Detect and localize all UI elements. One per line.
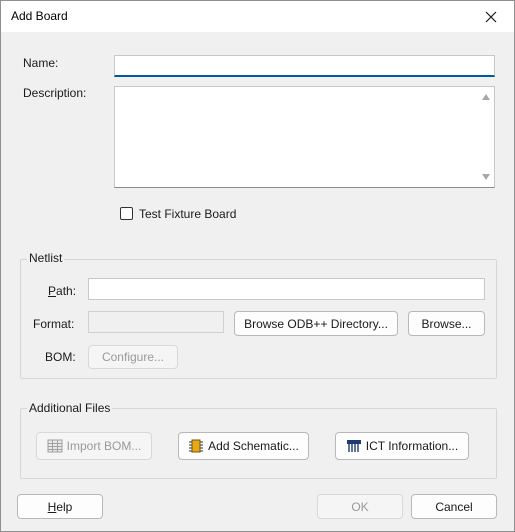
ict-information-button[interactable]: ICT Information... [335,432,469,460]
name-input[interactable] [114,55,495,77]
browse-odb-directory-label: Browse ODB++ Directory... [244,316,388,331]
cancel-label: Cancel [435,499,473,514]
configure-label: Configure... [101,350,165,364]
test-fixture-label[interactable]: Test Fixture Board [139,207,236,221]
help-label-text: elp [56,499,73,514]
cancel-button[interactable]: Cancel [411,494,497,519]
description-textarea[interactable] [114,86,495,188]
format-label: Format: [33,317,75,331]
scroll-down-arrow-icon[interactable] [482,174,490,180]
help-button[interactable]: Help [17,494,103,519]
add-board-dialog: Add Board Name: Description: Test Fixtur… [0,0,515,532]
import-bom-label: Import BOM... [66,439,142,453]
ict-information-label: ICT Information... [365,439,459,453]
path-label: Path: [48,284,76,298]
browse-odb-directory-button[interactable]: Browse ODB++ Directory... [234,311,398,336]
chip-icon [189,439,204,453]
description-scrollbar[interactable] [478,87,494,187]
scroll-up-arrow-icon[interactable] [482,94,490,100]
name-label: Name: [23,56,59,70]
additional-files-group-title: Additional Files [27,401,113,415]
ok-button[interactable]: OK [317,494,403,519]
table-icon [47,439,63,453]
import-bom-button[interactable]: Import BOM... [36,432,152,460]
bed-of-nails-icon [346,440,361,452]
format-field [88,311,224,333]
path-label-text: ath: [56,284,77,298]
title-bar: Add Board [1,1,514,32]
help-label: Help [48,500,73,514]
close-button[interactable] [468,1,514,32]
description-label: Description: [23,86,87,100]
window-title: Add Board [11,9,68,23]
path-label-access-key: P [48,284,57,298]
add-schematic-button[interactable]: Add Schematic... [178,432,309,460]
add-schematic-label: Add Schematic... [208,439,299,453]
path-input[interactable] [88,278,485,300]
close-icon [485,11,497,22]
bom-label: BOM: [45,350,76,364]
netlist-group-title: Netlist [27,251,65,265]
ok-label: OK [351,499,369,514]
browse-label: Browse... [421,316,472,331]
browse-button[interactable]: Browse... [408,311,485,336]
test-fixture-checkbox[interactable] [120,207,133,220]
configure-button[interactable]: Configure... [88,345,178,369]
